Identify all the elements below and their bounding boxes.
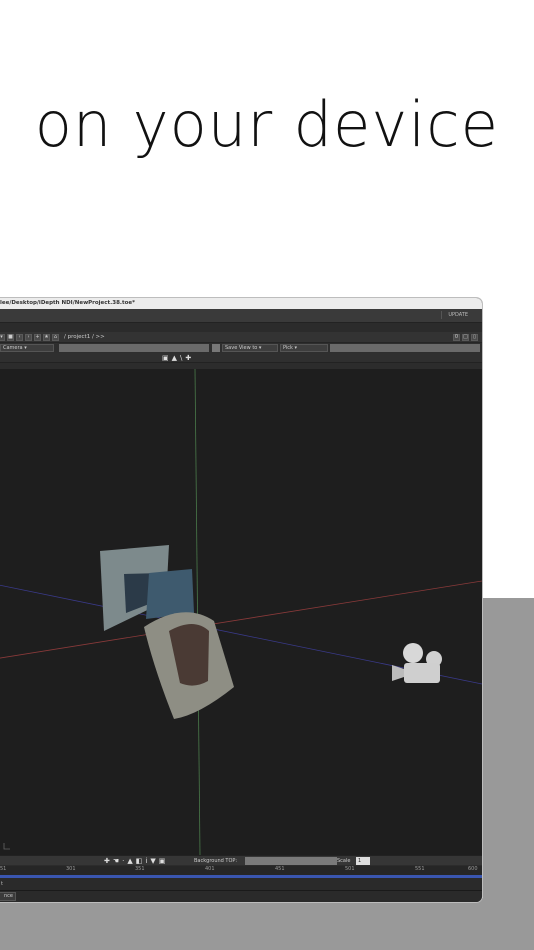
home-icon[interactable]: ⌂ <box>52 333 59 341</box>
add-icon[interactable]: + <box>34 333 41 341</box>
timeline-tick: 600 <box>468 866 478 872</box>
status-line: t <box>0 878 482 890</box>
save-view-value: Save View to <box>225 345 258 351</box>
save-icon[interactable] <box>212 344 220 352</box>
stop-icon[interactable]: ■ <box>7 333 14 341</box>
corner-marker <box>3 843 10 850</box>
wand-icon[interactable]: \ <box>180 354 182 362</box>
camera-bar: Camera ▾ Save View to ▾ Pick ▾ <box>0 343 482 353</box>
info-icon[interactable]: i <box>145 856 147 866</box>
view-field[interactable] <box>330 344 480 352</box>
crosshair-icon[interactable]: ✚ <box>185 354 191 362</box>
camera-icon <box>392 643 442 683</box>
timeline-tick: 51 <box>0 866 7 872</box>
menu-dropdown-icon[interactable]: ▾ <box>0 333 5 341</box>
save-view-select[interactable]: Save View to ▾ <box>222 344 278 352</box>
filter-icon[interactable]: ▼ <box>150 856 155 866</box>
timeline-tick: 551 <box>415 866 425 872</box>
star-icon[interactable]: ★ <box>43 333 50 341</box>
pane-zero-icon[interactable]: 0 <box>453 334 460 341</box>
grid-icon[interactable]: ▣ <box>162 354 169 362</box>
maximize-icon[interactable]: □ <box>462 334 469 341</box>
forward-icon[interactable]: › <box>25 333 32 341</box>
3d-viewport[interactable] <box>0 369 482 855</box>
viewer-toolbar: ▣ ▲ \ ✚ <box>0 353 482 363</box>
viewer-bottom-bar: ✚ ☚ · ▲ ◧ i ▼ ▣ Background TOP: Scale 1 <box>0 855 482 865</box>
network-path[interactable]: / project1 / >> <box>64 334 105 340</box>
status-label[interactable]: nce <box>0 892 16 901</box>
headline-text: on your device <box>34 88 500 161</box>
page: on your device lee/Desktop/iDepth NDI/Ne… <box>0 0 534 950</box>
back-icon[interactable]: ‹ <box>16 333 23 341</box>
spacer <box>0 323 482 332</box>
path-bar: ▾ ■ ‹ › + ★ ⌂ / project1 / >> 0 □ ▯ <box>0 332 482 343</box>
shade-icon[interactable]: ◧ <box>136 856 143 866</box>
status-line-text: t <box>1 881 3 887</box>
status-bar: nce <box>0 890 482 902</box>
update-button[interactable]: UPDATE <box>441 311 474 319</box>
timeline-tick: 301 <box>66 866 76 872</box>
timeline-tick: 401 <box>205 866 215 872</box>
timeline-tick: 451 <box>275 866 285 872</box>
timeline-tick: 501 <box>345 866 355 872</box>
viewport-scene <box>0 369 482 855</box>
background-top-field[interactable] <box>245 857 337 865</box>
window-titlebar: lee/Desktop/iDepth NDI/NewProject.38.toe… <box>0 298 482 309</box>
update-bar: UPDATE <box>0 309 482 323</box>
bg-top-icon[interactable]: ▣ <box>159 856 166 866</box>
split-icon[interactable]: ▯ <box>471 334 478 341</box>
render-icon[interactable]: ▲ <box>172 354 177 362</box>
camera-field[interactable] <box>59 344 209 352</box>
background-top-label: Background TOP: <box>194 858 238 864</box>
hand-icon[interactable]: ☚ <box>113 856 119 866</box>
y-axis-line <box>194 369 201 855</box>
timeline-ruler[interactable]: 51 301 351 401 451 501 551 600 <box>0 866 482 875</box>
dot-icon[interactable]: · <box>122 856 124 866</box>
move-icon[interactable]: ✚ <box>104 856 110 866</box>
pane-controls: 0 □ ▯ <box>453 334 478 341</box>
point-cloud-room <box>100 545 234 719</box>
timeline-tick: 351 <box>135 866 145 872</box>
point-cloud-screen <box>146 569 194 619</box>
touchdesigner-window: lee/Desktop/iDepth NDI/NewProject.38.toe… <box>0 298 482 902</box>
pick-select[interactable]: Pick ▾ <box>280 344 328 352</box>
pick-value: Pick <box>283 345 293 351</box>
viewer-toolbar-icons: ▣ ▲ \ ✚ <box>162 354 191 362</box>
headline: on your device <box>0 88 534 161</box>
decorative-grey-bottom <box>0 898 534 950</box>
light-icon[interactable]: ▲ <box>127 856 132 866</box>
scale-field[interactable]: 1 <box>356 857 370 865</box>
window-title: lee/Desktop/iDepth NDI/NewProject.38.toe… <box>0 300 136 306</box>
camera-select[interactable]: Camera ▾ <box>0 344 54 352</box>
camera-select-value: Camera <box>3 345 23 351</box>
bottom-bar-icons: ✚ ☚ · ▲ ◧ i ▼ ▣ <box>104 856 165 866</box>
scale-label: Scale <box>337 858 351 864</box>
